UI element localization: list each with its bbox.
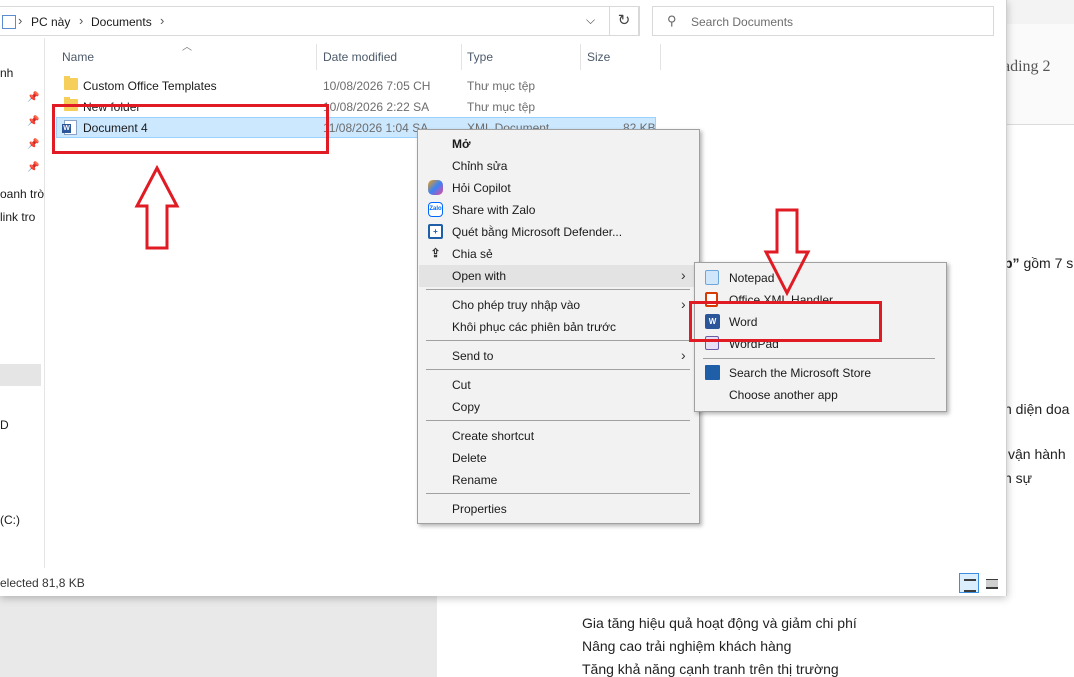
nav-item[interactable]: link tro [0, 210, 35, 224]
navigation-pane: nh 📌 📌 📌 📌 oanh trò link tro D (C:) [0, 38, 45, 568]
chevron-right-icon: › [681, 267, 686, 283]
share-icon: ⇪ [430, 246, 441, 260]
column-divider[interactable] [461, 44, 462, 70]
menu-separator [703, 358, 935, 359]
search-icon: ⚲ [667, 13, 677, 28]
address-bar[interactable]: › PC này › Documents › ⌵ [0, 6, 640, 36]
doc-line: Gia tăng hiệu quả hoạt động và giảm chi … [582, 615, 857, 631]
file-type: Thư mục tệp [467, 100, 536, 114]
breadcrumb-documents[interactable]: Documents [91, 15, 152, 29]
open-with-notepad[interactable]: Notepad [695, 267, 946, 289]
file-type: Thư mục tệp [467, 79, 536, 93]
chevron-right-icon: › [681, 296, 686, 312]
menu-give-access[interactable]: Cho phép truy nhập vào › [418, 294, 699, 316]
doc-text-fragment: p” gồm 7 s [1004, 255, 1074, 271]
choose-another-app[interactable]: Choose another app [695, 384, 946, 406]
menu-copy[interactable]: Copy [418, 396, 699, 418]
notepad-icon [705, 270, 719, 285]
style-heading-2[interactable]: ading 2 [1003, 58, 1051, 76]
file-date: 11/08/2026 1:04 SA [323, 121, 429, 135]
details-view-icon [964, 579, 976, 592]
doc-text-fragment: n diện doa [1004, 401, 1070, 417]
nav-item[interactable]: oanh trò [0, 187, 44, 201]
defender-icon: + [428, 224, 443, 239]
doc-line: Tăng khả năng cạnh tranh trên thị trường [582, 661, 839, 677]
pin-icon: 📌 [27, 139, 40, 150]
menu-share-zalo[interactable]: Zalo Share with Zalo [418, 199, 699, 221]
menu-separator [426, 369, 690, 370]
chevron-right-icon: › [681, 347, 686, 363]
column-header-date[interactable]: Date modified [323, 50, 397, 64]
breadcrumb-pc[interactable]: PC này [31, 15, 70, 29]
status-bar-text: elected 81,8 KB [0, 576, 85, 590]
file-date: 10/08/2026 2:22 SA [323, 100, 430, 114]
search-input[interactable] [689, 12, 983, 32]
menu-open[interactable]: Mở [418, 133, 699, 155]
menu-edit[interactable]: Chỉnh sửa [418, 155, 699, 177]
pin-icon: 📌 [27, 116, 40, 127]
column-divider[interactable] [316, 44, 317, 70]
sort-ascending-icon: ︿ [182, 42, 192, 53]
column-header-name[interactable]: Name [62, 50, 94, 64]
large-icons-view-button[interactable] [982, 573, 1002, 593]
chevron-right-icon: › [18, 13, 23, 28]
doc-text-fragment: vận hành [1008, 446, 1066, 462]
column-divider[interactable] [660, 44, 661, 70]
column-header-type[interactable]: Type [467, 50, 493, 64]
menu-properties[interactable]: Properties [418, 498, 699, 520]
doc-text-fragment: n sự [1004, 470, 1033, 486]
pin-icon: 📌 [27, 92, 40, 103]
doc-line: Nâng cao trải nghiệm khách hàng [582, 638, 792, 654]
chevron-right-icon: › [79, 13, 84, 28]
menu-rename[interactable]: Rename [418, 469, 699, 491]
search-microsoft-store[interactable]: Search the Microsoft Store [695, 362, 946, 384]
menu-share[interactable]: ⇪ Chia sẻ [418, 243, 699, 265]
column-divider[interactable] [580, 44, 581, 70]
annotation-box-file [52, 104, 329, 154]
menu-ask-copilot[interactable]: Hỏi Copilot [418, 177, 699, 199]
pc-icon [2, 15, 16, 29]
nav-item[interactable]: D [0, 418, 9, 432]
menu-cut[interactable]: Cut [418, 374, 699, 396]
arrow-up-annotation [134, 165, 180, 250]
menu-defender-scan[interactable]: + Quét bằng Microsoft Defender... [418, 221, 699, 243]
zalo-icon: Zalo [428, 202, 443, 217]
nav-item-drive[interactable]: (C:) [0, 513, 20, 527]
menu-create-shortcut[interactable]: Create shortcut [418, 425, 699, 447]
context-menu: Mở Chỉnh sửa Hỏi Copilot Zalo Share with… [417, 129, 700, 524]
refresh-button[interactable]: ↻ [609, 6, 639, 36]
store-icon [705, 365, 720, 380]
chevron-right-icon[interactable]: › [160, 13, 164, 28]
menu-restore-versions[interactable]: Khôi phục các phiên bản trước [418, 316, 699, 338]
copilot-icon [428, 180, 443, 195]
annotation-box-word [689, 301, 882, 342]
details-view-button[interactable] [959, 573, 979, 593]
file-date: 10/08/2026 7:05 CH [323, 79, 431, 93]
nav-item-selected[interactable] [0, 364, 41, 386]
file-name: Custom Office Templates [83, 79, 217, 93]
menu-delete[interactable]: Delete [418, 447, 699, 469]
arrow-down-annotation [763, 208, 811, 297]
nav-item[interactable]: nh [0, 66, 13, 80]
menu-send-to[interactable]: Send to › [418, 345, 699, 367]
menu-separator [426, 493, 690, 494]
menu-open-with[interactable]: Open with › [419, 265, 698, 287]
menu-separator [426, 420, 690, 421]
file-row[interactable]: Custom Office Templates 10/08/2026 7:05 … [56, 75, 656, 96]
menu-separator [426, 289, 690, 290]
menu-separator [426, 340, 690, 341]
pin-icon: 📌 [27, 162, 40, 173]
folder-icon [64, 76, 78, 90]
column-header-size[interactable]: Size [587, 50, 610, 64]
chevron-down-icon[interactable]: ⌵ [586, 13, 595, 28]
large-icons-view-icon [986, 579, 998, 589]
search-box[interactable]: ⚲ [652, 6, 994, 36]
